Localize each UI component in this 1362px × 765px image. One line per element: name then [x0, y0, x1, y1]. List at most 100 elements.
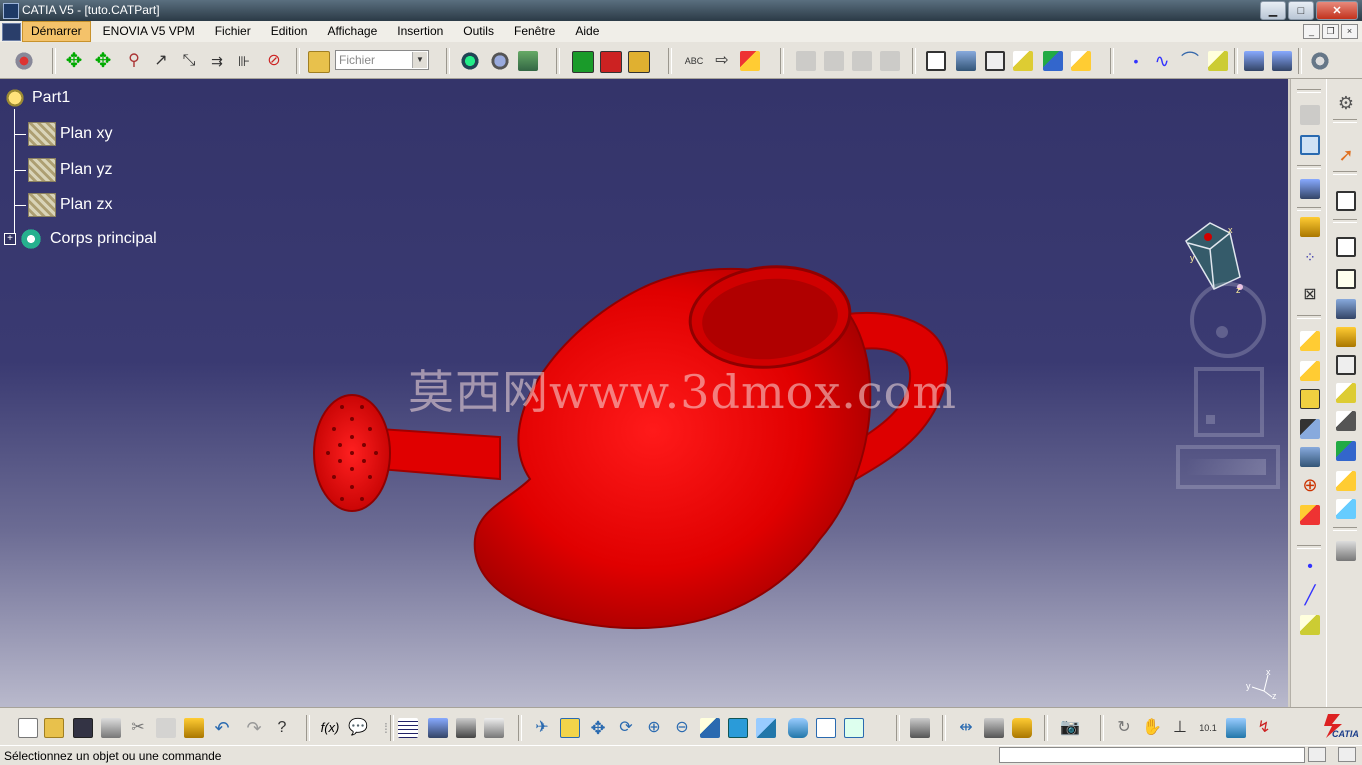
redo-icon[interactable]: ↷ — [244, 718, 264, 738]
thread-icon[interactable]: ⊕ — [1300, 475, 1320, 495]
spline-icon[interactable]: ∿ — [1152, 51, 1172, 71]
swap-space-icon[interactable] — [844, 718, 864, 738]
axis-system-icon[interactable]: ⊥ — [1170, 718, 1190, 738]
removed-section-icon[interactable] — [1336, 499, 1356, 519]
print-icon[interactable] — [101, 718, 121, 738]
catalog-browser-icon[interactable] — [852, 51, 872, 71]
instance-icon[interactable] — [796, 51, 816, 71]
ghost-rotate-widget[interactable] — [1190, 282, 1266, 358]
groove-icon[interactable] — [1013, 51, 1033, 71]
zoom-out-icon[interactable]: ⊖ — [672, 718, 692, 738]
tree-node-plan-zx[interactable]: Plan zx — [14, 193, 112, 217]
line-tool-icon[interactable]: ⤡ — [179, 51, 199, 71]
mirror-icon[interactable] — [1300, 179, 1320, 199]
stiffener-icon[interactable] — [1336, 441, 1356, 461]
doc-restore-button[interactable]: ❐ — [1322, 24, 1339, 39]
settings-gear-icon[interactable]: ⚙ — [1336, 93, 1356, 113]
tree-node-part1[interactable]: Part1 — [4, 87, 70, 109]
shading-icon[interactable] — [788, 718, 808, 738]
menu-demarrer[interactable]: Démarrer — [22, 21, 91, 42]
view-iso-icon[interactable] — [1244, 51, 1264, 71]
menu-aide[interactable]: Aide — [567, 22, 607, 41]
pad-side-icon[interactable] — [1336, 237, 1356, 257]
update-all-icon[interactable] — [600, 51, 622, 73]
align-icon[interactable]: ⊪ — [234, 51, 254, 71]
apply-material-icon[interactable] — [1310, 51, 1330, 71]
query-icon[interactable] — [910, 718, 930, 738]
status-button-2[interactable] — [1338, 747, 1356, 762]
hole-icon[interactable] — [1336, 327, 1356, 347]
text-annotation-icon[interactable]: ABC — [684, 51, 704, 71]
multi-section-icon[interactable] — [1336, 471, 1356, 491]
move-4way-icon[interactable]: ✥ — [64, 51, 84, 71]
point-icon[interactable]: • — [1126, 51, 1146, 71]
shell-icon[interactable] — [1300, 419, 1320, 439]
sketch-analysis-icon[interactable] — [1300, 105, 1320, 125]
command-input[interactable] — [999, 747, 1305, 763]
rib-side-icon[interactable] — [1336, 383, 1356, 403]
menu-edition[interactable]: Edition — [263, 22, 316, 41]
shaft-icon[interactable] — [985, 51, 1005, 71]
refresh-icon[interactable]: ↻ — [1114, 718, 1134, 738]
measure-icon[interactable] — [740, 51, 760, 71]
fly-mode-icon[interactable]: ✈ — [532, 718, 552, 738]
thickness-icon[interactable] — [1300, 447, 1320, 467]
binary-icon[interactable]: 10.1 — [1198, 718, 1218, 738]
tree-node-corps-principal[interactable]: + Corps principal — [4, 228, 157, 250]
file-combo[interactable]: Fichier ▼ — [335, 50, 429, 70]
ghost-zoom-widget[interactable] — [1176, 445, 1280, 489]
new-file-icon[interactable] — [18, 718, 38, 738]
view-front-icon[interactable] — [1272, 51, 1292, 71]
inertia-icon[interactable] — [1012, 718, 1032, 738]
tree-structure-icon[interactable] — [518, 51, 538, 71]
open-folder-icon[interactable] — [308, 51, 330, 73]
distribute-icon[interactable]: ⇉ — [207, 51, 227, 71]
paste-icon[interactable] — [184, 718, 204, 738]
sketcher-icon[interactable] — [1336, 191, 1356, 211]
copy-icon[interactable] — [156, 718, 176, 738]
pan-icon[interactable]: ✥ — [588, 718, 608, 738]
catalog-icon[interactable] — [460, 51, 480, 71]
status-button-1[interactable] — [1308, 747, 1326, 762]
rib-icon[interactable] — [1043, 51, 1063, 71]
ref-point-icon[interactable]: • — [1300, 557, 1320, 577]
scaling-icon[interactable]: ⊠ — [1300, 285, 1320, 305]
document-menu-icon[interactable] — [2, 23, 21, 41]
knowledge-icon[interactable] — [490, 51, 510, 71]
workbench-icon[interactable] — [14, 51, 34, 71]
tree-node-plan-yz[interactable]: Plan yz — [14, 158, 112, 182]
measure-item-icon[interactable] — [984, 718, 1004, 738]
arc-icon[interactable]: ⌒ — [1180, 51, 1200, 71]
loft-icon[interactable] — [1071, 51, 1091, 71]
zoom-in-icon[interactable]: ⊕ — [644, 718, 664, 738]
3d-viewport[interactable]: Part1 Plan xy Plan yz Plan zx + Corps pr… — [0, 79, 1288, 707]
iso-view-icon[interactable] — [756, 718, 776, 738]
menu-affichage[interactable]: Affichage — [319, 22, 385, 41]
comment-icon[interactable]: 💬 — [348, 718, 368, 738]
multi-view-icon[interactable] — [728, 718, 748, 738]
update-icon[interactable] — [572, 51, 594, 73]
snap-icon[interactable]: ✥ — [93, 51, 113, 71]
combo-arrow-icon[interactable]: ▼ — [412, 52, 427, 68]
close-button[interactable]: ✕ — [1316, 1, 1358, 20]
remove-face-icon[interactable] — [1300, 505, 1320, 525]
boundary-icon[interactable] — [1300, 135, 1320, 155]
ref-line-icon[interactable]: ╱ — [1300, 585, 1320, 605]
stretch-icon[interactable]: ↗ — [151, 51, 171, 71]
fillet-icon[interactable] — [1300, 331, 1320, 351]
rotate-icon[interactable]: ⟳ — [616, 718, 636, 738]
ghost-pan-widget[interactable] — [1194, 367, 1264, 437]
capture-camera-icon[interactable]: 📷 — [1060, 718, 1080, 738]
groove-side-icon[interactable] — [1336, 355, 1356, 375]
scan-icon[interactable] — [484, 718, 504, 738]
menu-insertion[interactable]: Insertion — [389, 22, 451, 41]
lock-icon[interactable] — [456, 718, 476, 738]
hand-icon[interactable]: ✋ — [1142, 718, 1162, 738]
compass-move-icon[interactable]: ⚲ — [124, 51, 144, 71]
shaft-side-icon[interactable] — [1336, 299, 1356, 319]
measure-between-icon[interactable]: ⇹ — [956, 718, 976, 738]
doc-close-button[interactable]: × — [1341, 24, 1358, 39]
pattern-icon[interactable]: ⁘ — [1300, 247, 1320, 267]
tree-node-plan-xy[interactable]: Plan xy — [14, 122, 112, 146]
maximize-button[interactable]: □ — [1288, 1, 1314, 20]
